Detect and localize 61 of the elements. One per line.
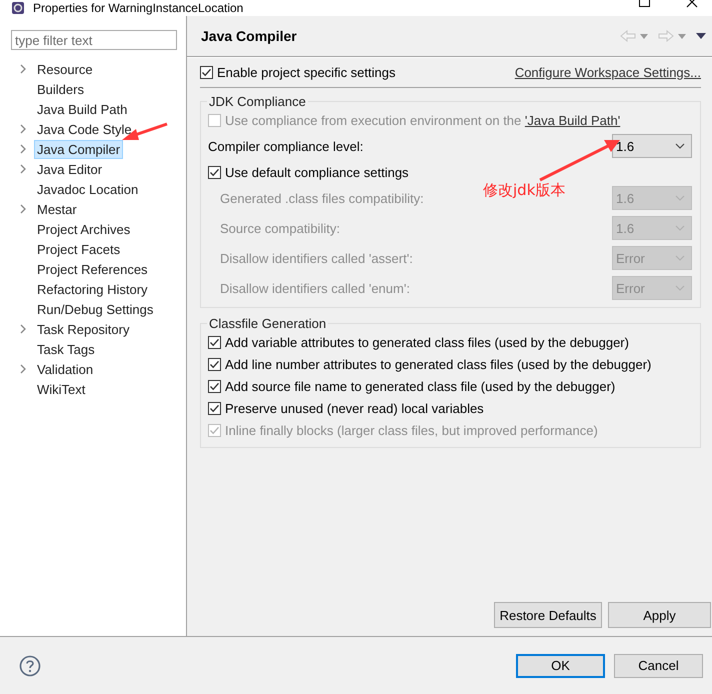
page-title: Java Compiler bbox=[201, 28, 298, 44]
tree-item[interactable]: Task Tags bbox=[34, 340, 98, 358]
dialog-button[interactable]: OK bbox=[516, 654, 605, 678]
checkbox-label: Add source file name to generated class file (used by the debugger) bbox=[225, 378, 616, 394]
checkbox[interactable] bbox=[208, 380, 221, 392]
checkbox-label: Add line number attributes to generated class files (used by the debugger) bbox=[225, 356, 652, 372]
tree-item[interactable]: Java Build Path bbox=[34, 100, 130, 118]
checkbox-label: Use default compliance settings bbox=[225, 164, 409, 180]
tree-item[interactable]: Validation bbox=[34, 360, 96, 378]
field-label: Source compatibility: bbox=[220, 220, 340, 236]
window-title: Properties for WarningInstanceLocation bbox=[33, 1, 244, 15]
expand-icon[interactable] bbox=[19, 124, 27, 134]
tree-item[interactable]: Run/Debug Settings bbox=[34, 300, 156, 318]
chevron-icon[interactable] bbox=[675, 143, 685, 149]
checkbox[interactable] bbox=[208, 402, 221, 414]
workspace-settings-link[interactable]: Configure Workspace Settings... bbox=[514, 64, 701, 80]
expand-icon[interactable] bbox=[19, 324, 27, 334]
tree-item[interactable]: Project References bbox=[34, 260, 151, 278]
expand-icon[interactable] bbox=[19, 364, 27, 374]
page-button[interactable]: Restore Defaults bbox=[494, 602, 602, 628]
expand-icon[interactable] bbox=[19, 164, 27, 174]
tree-item[interactable]: Java Code Style bbox=[34, 120, 135, 138]
checkbox[interactable] bbox=[200, 66, 213, 78]
expand-icon[interactable] bbox=[19, 64, 27, 74]
tree-item[interactable]: Mestar bbox=[34, 200, 80, 218]
checkbox-label: Preserve unused (never read) local variables bbox=[225, 400, 484, 416]
caret-icon[interactable] bbox=[678, 34, 686, 38]
field-label: Generated .class files compatibility: bbox=[220, 190, 424, 206]
annotation-text: 修改jdk版本 bbox=[483, 181, 566, 200]
field-label: Disallow identifiers called 'assert': bbox=[220, 250, 413, 266]
tree-item[interactable]: WikiText bbox=[34, 380, 88, 398]
tree-item[interactable]: Java Editor bbox=[34, 160, 106, 178]
expand-icon[interactable] bbox=[19, 144, 27, 154]
checkbox-label: Inline finally blocks (larger class files, but improved performance) bbox=[225, 422, 598, 438]
group-title: JDK Compliance bbox=[208, 94, 307, 109]
tree-item[interactable]: Builders bbox=[34, 80, 87, 98]
checkbox-label: Add variable attributes to generated class files (used by the debugger) bbox=[225, 334, 629, 350]
tree-item[interactable]: Refactoring History bbox=[34, 280, 151, 298]
checkbox[interactable] bbox=[208, 336, 221, 348]
filter-field[interactable]: type filter text bbox=[11, 30, 177, 50]
tree-item[interactable]: Resource bbox=[34, 60, 96, 78]
tree-item[interactable]: Project Archives bbox=[34, 220, 134, 238]
field-label: Compiler compliance level: bbox=[208, 138, 364, 154]
app-icon bbox=[11, 1, 25, 15]
tree-item[interactable]: Task Repository bbox=[34, 320, 132, 338]
group-title: Classfile Generation bbox=[208, 316, 328, 331]
dropdown[interactable]: 1.6 bbox=[612, 134, 692, 158]
checkbox[interactable] bbox=[208, 358, 221, 370]
caret-icon[interactable] bbox=[640, 34, 648, 38]
help-icon[interactable] bbox=[19, 654, 41, 676]
page-button[interactable]: Apply bbox=[608, 602, 711, 628]
checkbox-label: Use compliance from execution environment on the 'Java Build Path' bbox=[225, 112, 620, 128]
tree-item[interactable]: Java Compiler bbox=[34, 140, 124, 158]
tree-item[interactable]: Javadoc Location bbox=[34, 180, 142, 198]
dialog-button[interactable]: Cancel bbox=[614, 654, 703, 678]
checkbox-label: Enable project specific settings bbox=[217, 64, 396, 80]
menu-caret-icon[interactable] bbox=[696, 33, 706, 39]
checkbox[interactable] bbox=[208, 166, 221, 178]
tree-item[interactable]: Project Facets bbox=[34, 240, 124, 258]
expand-icon[interactable] bbox=[19, 204, 27, 214]
field-label: Disallow identifiers called 'enum': bbox=[220, 280, 410, 296]
